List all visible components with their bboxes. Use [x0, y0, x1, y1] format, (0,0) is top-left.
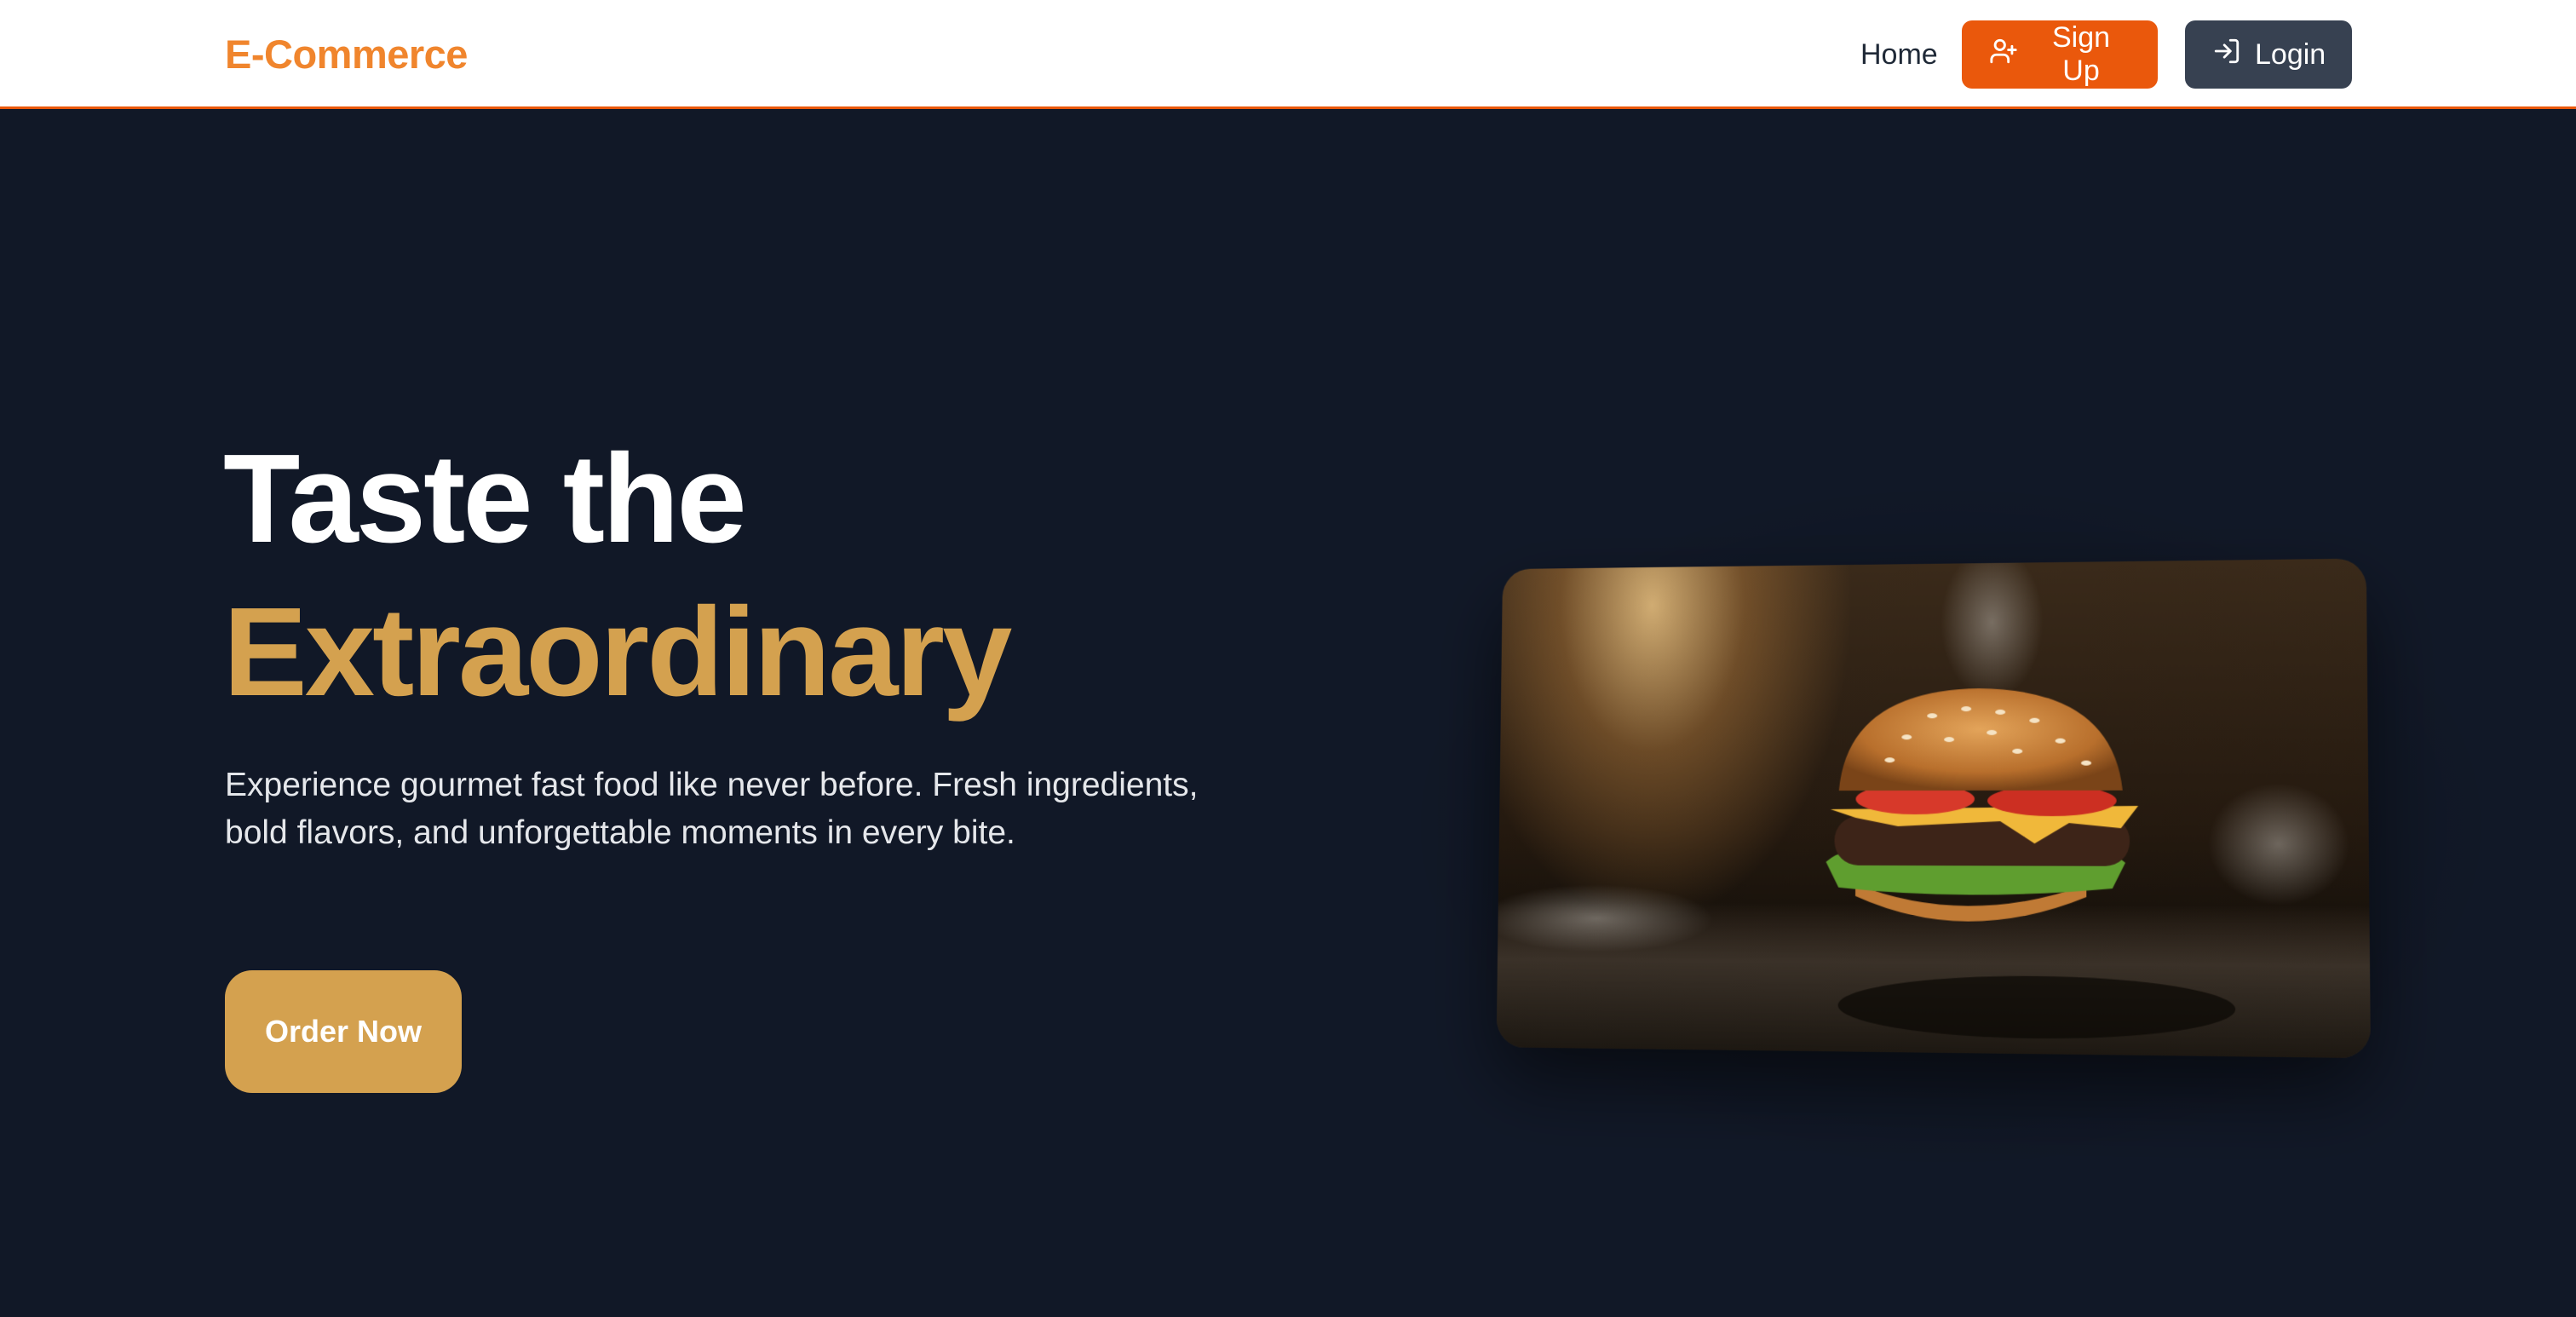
log-in-icon: [2212, 37, 2241, 73]
sign-up-label: Sign Up: [2051, 21, 2111, 87]
top-navbar: E-Commerce Home Sign Up Login: [0, 0, 2576, 109]
nav-link-home[interactable]: Home: [1860, 34, 1938, 75]
order-now-button[interactable]: Order Now: [225, 970, 462, 1093]
login-label: Login: [2255, 37, 2326, 71]
user-plus-icon: [1989, 37, 2018, 73]
hero-tagline: Experience gourmet fast food like never …: [225, 767, 1199, 851]
hero-headline-line1: Taste the: [223, 428, 747, 569]
burger-hero-image: [1496, 558, 2372, 1059]
brand-logo[interactable]: E-Commerce: [225, 29, 468, 80]
login-button[interactable]: Login: [2185, 20, 2352, 89]
hero-headline-line2: Extraordinary: [223, 582, 1012, 722]
sign-up-button[interactable]: Sign Up: [1962, 20, 2158, 89]
